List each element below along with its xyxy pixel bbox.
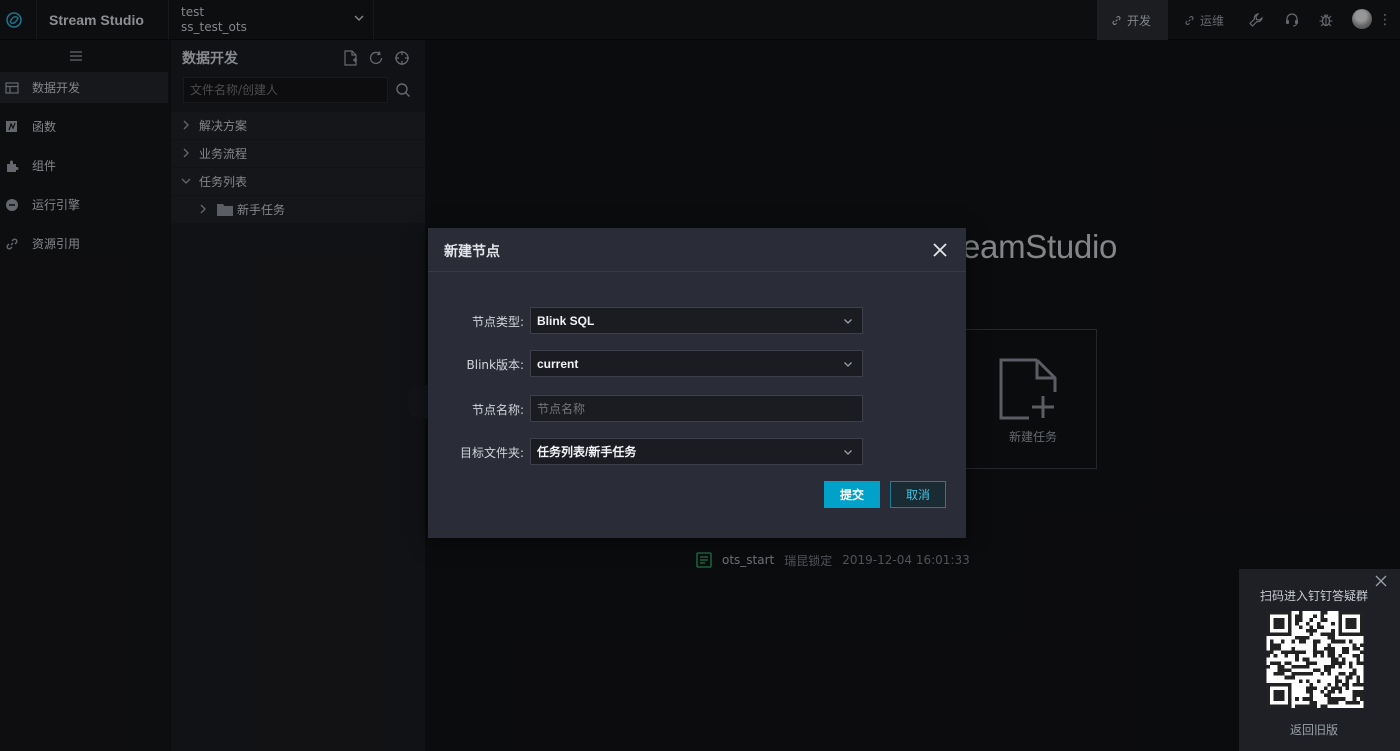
chevron-down-icon — [844, 319, 852, 324]
target-folder-value: 任务列表/新手任务 — [537, 445, 637, 459]
target-folder-label: 目标文件夹: — [459, 446, 524, 460]
node-name-label: 节点名称: — [471, 403, 524, 417]
cancel-button[interactable]: 取消 — [890, 481, 946, 508]
node-name-input[interactable] — [530, 395, 863, 422]
dialog-title: 新建节点 — [444, 244, 500, 260]
node-type-value: Blink SQL — [537, 313, 595, 328]
blink-version-value: current — [537, 356, 579, 371]
node-type-select[interactable]: Blink SQL — [530, 307, 863, 334]
qr-title: 扫码进入钉钉答疑群 — [1259, 589, 1368, 603]
qr-code-image — [1266, 611, 1364, 708]
submit-button[interactable]: 提交 — [824, 481, 880, 508]
blink-version-select[interactable]: current — [530, 350, 863, 377]
chevron-down-icon — [844, 450, 852, 455]
target-folder-select[interactable]: 任务列表/新手任务 — [530, 438, 863, 465]
back-to-old-version-link[interactable]: 返回旧版 — [1239, 721, 1389, 738]
close-icon[interactable] — [932, 242, 948, 258]
chevron-down-icon — [844, 362, 852, 367]
node-type-label: 节点类型: — [471, 315, 524, 329]
dingtalk-qr-widget: 扫码进入钉钉答疑群 返回旧版 — [1239, 569, 1400, 751]
blink-version-label: Blink版本: — [466, 358, 525, 372]
new-node-dialog: 新建节点 节点类型: Blink SQL Blink版本: current 节点… — [428, 228, 966, 538]
dialog-header: 新建节点 — [428, 228, 966, 272]
close-icon[interactable] — [1375, 575, 1387, 587]
